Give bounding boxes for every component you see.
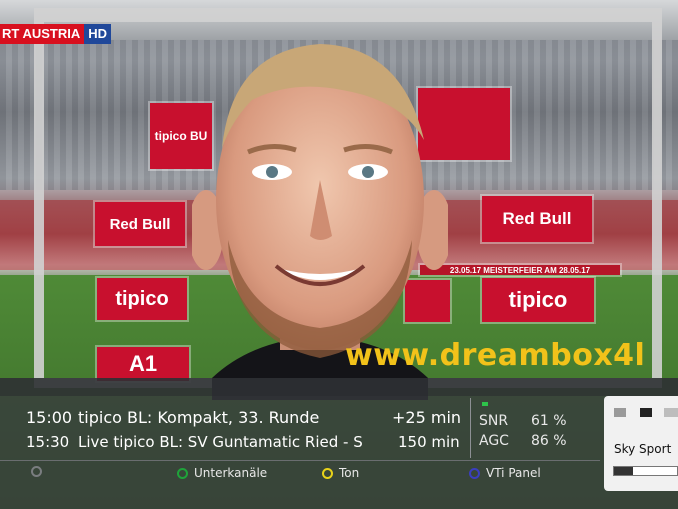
ad-board-tipico-left: tipico xyxy=(97,278,187,320)
snr-indicator xyxy=(482,402,488,406)
channel-logo: RT AUSTRIA HD xyxy=(0,24,112,44)
agc-value: 86 % xyxy=(531,433,567,449)
watermark-text: www.dreambox4l xyxy=(345,338,646,373)
epg-now-time: 15:00 xyxy=(26,408,73,427)
green-dot-icon xyxy=(177,467,188,479)
subtitle-icon xyxy=(640,408,652,417)
green-button-unterkanaele[interactable]: Unterkanäle xyxy=(177,466,267,480)
snr-label: SNR xyxy=(479,413,509,429)
yellow-button-ton[interactable]: Ton xyxy=(322,466,359,480)
yellow-button-label: Ton xyxy=(339,466,360,480)
blue-button-label: VTi Panel xyxy=(486,466,541,480)
green-button-label: Unterkanäle xyxy=(194,466,268,480)
agc-label: AGC xyxy=(479,433,509,449)
infobar-header-strip xyxy=(0,378,678,396)
epg-now-title: tipico BL: Kompakt, 33. Runde xyxy=(78,408,320,427)
ad-board-a1: A1 xyxy=(97,347,189,381)
blue-button-vti-panel[interactable]: VTi Panel xyxy=(469,466,541,480)
grey-button[interactable] xyxy=(31,466,42,477)
program-progress-fill xyxy=(614,467,633,475)
epg-next-duration: 150 min xyxy=(398,433,460,451)
blue-dot-icon xyxy=(469,467,480,479)
ad-ticker: 23.05.17 MEISTERFEIER AM 28.05.17 xyxy=(420,265,620,275)
ad-board-redbull-left: Red Bull xyxy=(95,202,185,246)
epg-next-title: Live tipico BL: SV Guntamatic Ried - S xyxy=(78,433,363,451)
infobar-separator xyxy=(470,398,471,458)
infobar-divider xyxy=(0,460,600,461)
snr-value: 61 % xyxy=(531,413,567,429)
yellow-dot-icon xyxy=(322,467,333,479)
ad-board-tipico-right: tipico xyxy=(482,278,594,322)
grey-dot-icon xyxy=(31,466,42,477)
program-progress-bar xyxy=(613,466,678,476)
ad-board-redbull-right: Red Bull xyxy=(482,196,592,242)
epg-now-remaining: +25 min xyxy=(392,408,462,427)
teletext-icon xyxy=(664,408,678,417)
epg-next-time: 15:30 xyxy=(26,433,70,451)
video-icon xyxy=(614,408,626,417)
service-channel-name: Sky Sport xyxy=(614,442,672,456)
